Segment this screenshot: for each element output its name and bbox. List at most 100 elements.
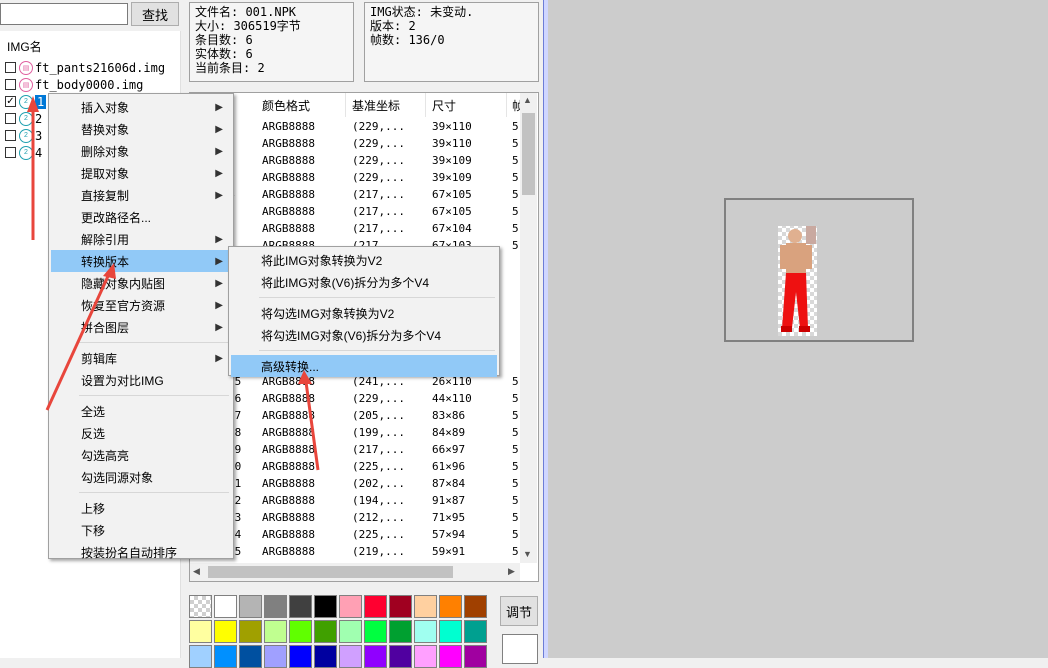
palette-swatch[interactable] [289, 595, 312, 618]
tree-item[interactable]: 23 [5, 127, 42, 144]
menu-item[interactable]: 隐藏对象内贴图 ▶ [51, 272, 231, 294]
table-row[interactable]: 22 ARGB8888 (194,... 91×87 5 [190, 492, 520, 509]
menu-item[interactable]: 直接复制 ▶ [51, 184, 231, 206]
palette-swatch[interactable] [314, 645, 337, 668]
tree-item-checkbox[interactable] [5, 147, 16, 158]
table-row[interactable]: 6ARGB8888(217,...67×1045 [190, 220, 520, 237]
column-header-format[interactable]: 颜色格式 [262, 97, 310, 114]
table-row[interactable]: 0ARGB8888(229,...39×1105 [190, 118, 520, 135]
palette-swatch[interactable] [189, 620, 212, 643]
palette-swatch[interactable] [364, 645, 387, 668]
palette-swatch[interactable] [464, 595, 487, 618]
menu-item[interactable]: 高级转换... [231, 355, 497, 377]
table-row[interactable]: 21 ARGB8888 (202,... 87×84 5 [190, 475, 520, 492]
tree-item[interactable]: ▤ ft_body0000.img [5, 76, 143, 93]
palette-swatch[interactable] [289, 620, 312, 643]
menu-item[interactable]: 将勾选IMG对象(V6)拆分为多个V4 [231, 324, 497, 346]
scroll-left-icon[interactable]: ◀ [193, 566, 200, 577]
palette-swatch[interactable] [339, 620, 362, 643]
palette-swatch[interactable] [439, 645, 462, 668]
palette-swatch[interactable] [264, 645, 287, 668]
tree-item[interactable]: ✓ 2 1 [5, 93, 47, 110]
scroll-right-icon[interactable]: ▶ [508, 566, 515, 577]
palette-swatch[interactable] [389, 620, 412, 643]
table-row[interactable]: 25 ARGB8888 (219,... 59×91 5 [190, 543, 520, 560]
menu-item[interactable]: 按装扮名自动排序 [51, 541, 231, 563]
tree-item[interactable]: ▤ ft_pants21606d.img [5, 59, 165, 76]
palette-swatch[interactable] [389, 645, 412, 668]
menu-item[interactable]: 替换对象 ▶ [51, 118, 231, 140]
palette-swatch[interactable] [389, 595, 412, 618]
table-row[interactable]: 4ARGB8888(217,...67×1055 [190, 186, 520, 203]
palette-swatch[interactable] [414, 620, 437, 643]
column-header-coord[interactable]: 基准坐标 [352, 97, 400, 114]
palette-swatch[interactable] [464, 620, 487, 643]
menu-item[interactable]: 删除对象 ▶ [51, 140, 231, 162]
menu-item[interactable]: 勾选高亮 [51, 444, 231, 466]
menu-item[interactable]: 解除引用 ▶ [51, 228, 231, 250]
horizontal-scrollbar[interactable]: ◀ ▶ [190, 563, 520, 581]
tree-item[interactable]: 22 [5, 110, 42, 127]
table-row[interactable]: 20 ARGB8888 (225,... 61×96 5 [190, 458, 520, 475]
column-header-size[interactable]: 尺寸 [432, 97, 456, 114]
table-row[interactable]: 5ARGB8888(217,...67×1055 [190, 203, 520, 220]
palette-swatch[interactable] [239, 645, 262, 668]
palette-swatch[interactable] [214, 595, 237, 618]
palette-swatch[interactable] [414, 595, 437, 618]
table-row[interactable]: 17 ARGB8888 (205,... 83×86 5 [190, 407, 520, 424]
palette-swatch[interactable] [339, 645, 362, 668]
palette-swatch[interactable] [264, 620, 287, 643]
menu-item[interactable]: 设置为对比IMG [51, 369, 231, 391]
menu-item[interactable]: 提取对象 ▶ [51, 162, 231, 184]
menu-item[interactable]: 勾选同源对象 [51, 466, 231, 488]
menu-item[interactable]: 将勾选IMG对象转换为V2 [231, 302, 497, 324]
palette-swatch[interactable] [239, 620, 262, 643]
table-row[interactable]: 19 ARGB8888 (217,... 66×97 5 [190, 441, 520, 458]
palette-swatch[interactable] [439, 620, 462, 643]
tree-item-checkbox[interactable] [5, 113, 16, 124]
tree-item-checkbox[interactable]: ✓ [5, 96, 16, 107]
menu-item[interactable]: 恢复至官方资源 ▶ [51, 294, 231, 316]
tree-item-checkbox[interactable] [5, 62, 16, 73]
menu-item[interactable]: 更改路径名... [51, 206, 231, 228]
palette-swatch[interactable] [339, 595, 362, 618]
menu-item[interactable]: 反选 [51, 422, 231, 444]
menu-item[interactable]: 插入对象 ▶ [51, 96, 231, 118]
tree-item-checkbox[interactable] [5, 79, 16, 90]
palette-swatch[interactable] [239, 595, 262, 618]
palette-swatch[interactable] [214, 645, 237, 668]
table-row[interactable]: 3ARGB8888(229,...39×1095 [190, 169, 520, 186]
menu-item[interactable]: 全选 [51, 400, 231, 422]
palette-swatch[interactable] [189, 645, 212, 668]
palette-swatch[interactable] [364, 620, 387, 643]
palette-swatch[interactable] [364, 595, 387, 618]
menu-item[interactable]: 剪辑库 ▶ [51, 347, 231, 369]
table-row[interactable]: 16 ARGB8888 (229,... 44×110 5 [190, 390, 520, 407]
menu-item[interactable]: 将此IMG对象(V6)拆分为多个V4 [231, 271, 497, 293]
table-row[interactable]: 24 ARGB8888 (225,... 57×94 5 [190, 526, 520, 543]
menu-item[interactable]: 转换版本 ▶ [51, 250, 231, 272]
table-row[interactable]: 18 ARGB8888 (199,... 84×89 5 [190, 424, 520, 441]
tree-item[interactable]: 24 [5, 144, 42, 161]
scroll-thumb[interactable] [522, 113, 535, 195]
menu-item[interactable]: 上移 [51, 497, 231, 519]
table-row[interactable]: 2ARGB8888(229,...39×1095 [190, 152, 520, 169]
adjust-button[interactable]: 调节 [500, 596, 538, 626]
palette-swatch[interactable] [314, 595, 337, 618]
palette-swatch[interactable] [464, 645, 487, 668]
palette-swatch[interactable] [289, 645, 312, 668]
menu-item[interactable]: 拼合图层 ▶ [51, 316, 231, 338]
palette-swatch[interactable] [439, 595, 462, 618]
palette-swatch[interactable] [214, 620, 237, 643]
current-color-swatch[interactable] [502, 634, 538, 664]
palette-swatch[interactable] [414, 645, 437, 668]
vertical-scrollbar[interactable]: ▲ ▼ [520, 93, 537, 563]
palette-swatch[interactable] [314, 620, 337, 643]
table-row[interactable]: 1ARGB8888(229,...39×1105 [190, 135, 520, 152]
table-row[interactable]: 23 ARGB8888 (212,... 71×95 5 [190, 509, 520, 526]
scroll-down-icon[interactable]: ▼ [523, 549, 532, 559]
search-button[interactable]: 查找 [131, 2, 179, 26]
menu-item[interactable]: 下移 [51, 519, 231, 541]
menu-item[interactable]: 将此IMG对象转换为V2 [231, 249, 497, 271]
scroll-up-icon[interactable]: ▲ [523, 95, 532, 105]
